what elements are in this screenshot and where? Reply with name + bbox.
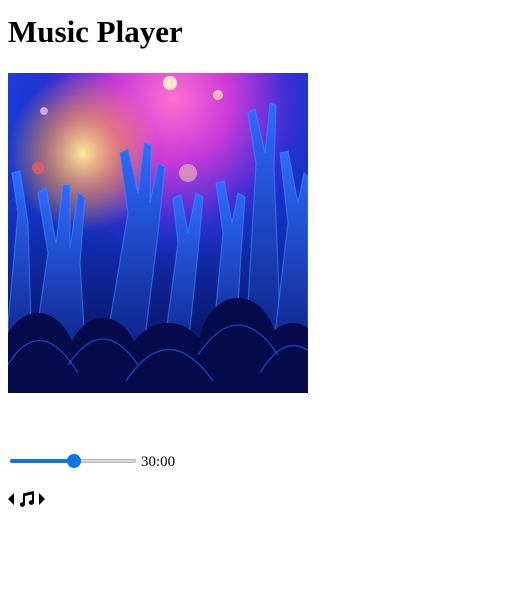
caret-left-icon <box>8 493 14 505</box>
play-button[interactable] <box>18 491 35 507</box>
caret-right-icon <box>39 493 45 505</box>
playback-controls <box>8 490 48 508</box>
seek-row: 30:00 <box>8 452 175 472</box>
music-note-icon <box>19 491 35 507</box>
previous-button[interactable] <box>8 493 15 505</box>
next-button[interactable] <box>38 493 45 505</box>
album-cover-image <box>8 73 308 393</box>
page-title: Music Player <box>8 14 183 49</box>
seek-slider[interactable] <box>8 452 138 472</box>
seek-thumb[interactable] <box>67 454 82 468</box>
seek-progress-fill <box>10 459 75 463</box>
time-display: 30:00 <box>141 454 176 470</box>
music-player-page: Music Player 30:00 <box>0 0 528 609</box>
